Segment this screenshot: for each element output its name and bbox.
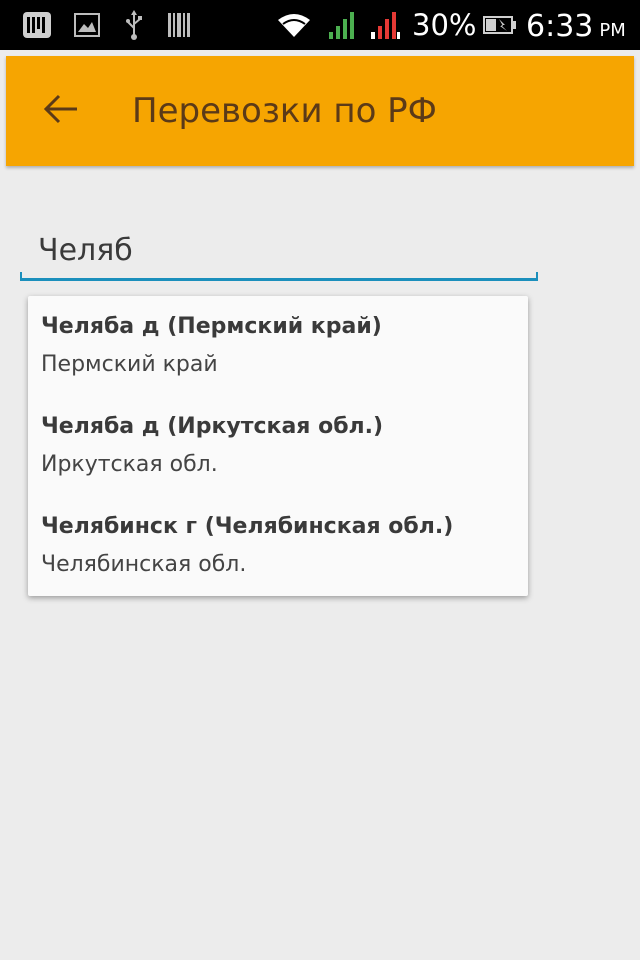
usb-icon — [122, 0, 146, 50]
status-time: 6:33 PM — [526, 0, 626, 50]
wifi-icon — [276, 0, 312, 50]
search-input[interactable] — [20, 222, 538, 278]
suggestion-title: Челябинск г (Челябинская обл.) — [41, 514, 454, 539]
field-tick-right — [536, 272, 538, 280]
battery-percent: 30% — [412, 8, 477, 42]
suggestion-subtitle: Челябинская обл. — [41, 552, 247, 577]
suggestion-item[interactable]: Челябинск г (Челябинская обл.) Челябинск… — [28, 496, 528, 596]
suggestion-item[interactable]: Челяба д (Пермский край) Пермский край — [28, 296, 528, 396]
field-tick-left — [20, 272, 22, 280]
barcode-icon — [166, 0, 192, 50]
suggestion-title: Челяба д (Пермский край) — [41, 314, 382, 339]
signal-roaming-icon — [368, 0, 402, 50]
field-underline — [20, 278, 538, 281]
keyboard-notification-icon — [20, 0, 54, 50]
signal-icon — [326, 0, 358, 50]
app-bar: Перевозки по РФ — [6, 56, 634, 166]
ampm-text: PM — [599, 20, 626, 41]
suggestion-subtitle: Пермский край — [41, 352, 218, 377]
suggestions-dropdown: Челяба д (Пермский край) Пермский край Ч… — [28, 296, 528, 596]
back-button[interactable] — [36, 86, 86, 136]
suggestion-subtitle: Иркутская обл. — [41, 452, 218, 477]
page-title: Перевозки по РФ — [132, 91, 437, 131]
search-field — [20, 222, 538, 284]
suggestion-title: Челяба д (Иркутская обл.) — [41, 414, 384, 439]
time-text: 6:33 — [526, 9, 594, 44]
battery-icon — [482, 0, 518, 50]
arrow-back-icon — [43, 93, 79, 129]
status-bar: 30% 6:33 PM — [0, 0, 640, 50]
suggestion-item[interactable]: Челяба д (Иркутская обл.) Иркутская обл. — [28, 396, 528, 496]
image-notification-icon — [72, 0, 102, 50]
